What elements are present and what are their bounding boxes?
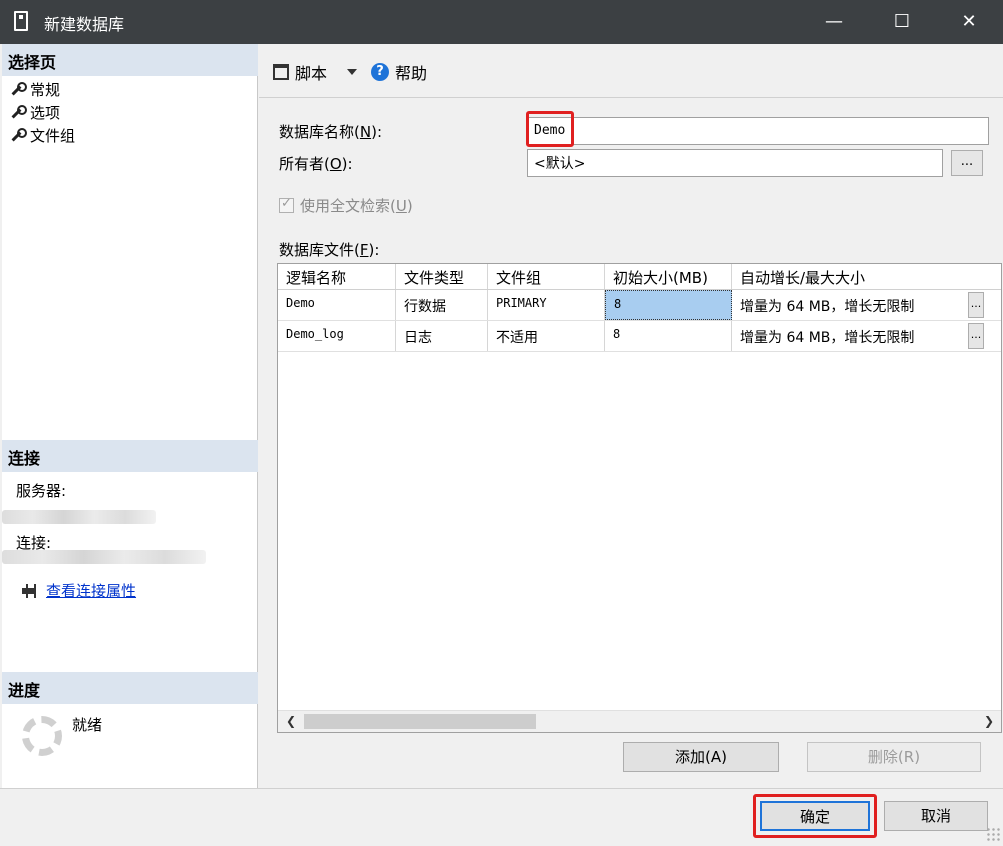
toolbar: 脚本 ? 帮助 (259, 44, 1003, 98)
col-logical-name[interactable]: 逻辑名称 (278, 264, 396, 289)
fulltext-checkbox[interactable] (279, 196, 294, 213)
grid-header: 逻辑名称 文件类型 文件组 初始大小(MB) 自动增长/最大大小 (278, 264, 1001, 290)
progress-status: 就绪 (72, 716, 103, 734)
db-files-label: 数据库文件(F): (279, 241, 380, 259)
cell-file-type[interactable]: 日志 (396, 321, 488, 351)
remove-button[interactable]: 删除(R) (807, 742, 981, 772)
cell-initial-size[interactable]: 8 (605, 321, 732, 351)
fulltext-checkbox-row[interactable]: 使用全文检索(U) (279, 195, 413, 216)
add-button[interactable]: 添加(A) (623, 742, 779, 772)
ok-button[interactable]: 确定 (760, 801, 870, 831)
autogrowth-edit-button[interactable]: ... (968, 292, 984, 318)
page-item-general[interactable]: 常规 (10, 78, 60, 100)
db-name-label: 数据库名称(N): (279, 123, 382, 141)
select-page-header: 选择页 (2, 44, 258, 76)
view-connection-properties-link[interactable]: 查看连接属性 (20, 580, 136, 601)
col-autogrowth[interactable]: 自动增长/最大大小 (732, 264, 1001, 289)
general-page: 数据库名称(N): Demo 所有者(O): <默认> ... 使用全文检索(U… (259, 99, 1003, 788)
cell-logical-name[interactable]: Demo (278, 290, 396, 320)
cell-initial-size[interactable]: 8 (605, 290, 732, 320)
cancel-button[interactable]: 取消 (884, 801, 988, 831)
cell-filegroup[interactable]: 不适用 (488, 321, 605, 351)
help-button[interactable]: ? 帮助 (371, 60, 427, 84)
cell-filegroup[interactable]: PRIMARY (488, 290, 605, 320)
left-panel: 选择页 常规 选项 文件组 连接 服务器: 连接: 查看连接属性 进度 就绪 (2, 44, 258, 788)
col-filegroup[interactable]: 文件组 (488, 264, 605, 289)
server-label: 服务器: (16, 482, 67, 500)
wrench-icon (10, 105, 27, 119)
script-icon (273, 64, 289, 80)
connection-value-redacted (2, 550, 206, 564)
plug-icon (20, 583, 38, 598)
horizontal-scrollbar[interactable]: ❮ ❯ (278, 710, 1001, 732)
wrench-icon (10, 128, 27, 142)
db-files-grid[interactable]: 逻辑名称 文件类型 文件组 初始大小(MB) 自动增长/最大大小 Demo 行数… (277, 263, 1002, 733)
window-title: 新建数据库 (44, 15, 125, 34)
maximize-button[interactable]: ☐ (868, 0, 936, 44)
autogrowth-edit-button[interactable]: ... (968, 323, 984, 349)
wrench-icon (10, 82, 27, 96)
scrollbar-thumb[interactable] (304, 714, 536, 729)
db-name-input[interactable]: Demo (527, 117, 989, 145)
scroll-right-icon[interactable]: ❯ (984, 714, 994, 728)
cell-autogrowth: 增量为 64 MB，增长无限制 (740, 299, 915, 315)
chevron-down-icon[interactable] (347, 69, 358, 75)
owner-browse-button[interactable]: ... (951, 150, 983, 176)
owner-label: 所有者(O): (279, 155, 353, 173)
resize-grip-icon[interactable] (986, 827, 1000, 841)
col-initial-size[interactable]: 初始大小(MB) (605, 264, 732, 289)
cell-autogrowth: 增量为 64 MB，增长无限制 (740, 330, 915, 346)
help-icon: ? (371, 63, 389, 81)
owner-input[interactable]: <默认> (527, 149, 943, 177)
server-value-redacted (2, 510, 156, 524)
title-bar: 新建数据库 — ☐ ✕ (0, 0, 1003, 44)
close-button[interactable]: ✕ (935, 0, 1003, 44)
scroll-left-icon[interactable]: ❮ (286, 714, 296, 728)
minimize-button[interactable]: — (800, 0, 868, 44)
page-item-options[interactable]: 选项 (10, 101, 60, 123)
page-item-filegroups[interactable]: 文件组 (10, 124, 75, 146)
progress-header: 进度 (2, 672, 258, 704)
app-icon (14, 11, 28, 31)
script-button[interactable]: 脚本 (273, 60, 358, 84)
cell-logical-name[interactable]: Demo_log (278, 321, 396, 351)
progress-spinner-icon (22, 716, 62, 756)
connection-header: 连接 (2, 440, 258, 472)
db-name-highlight (526, 111, 574, 147)
table-row[interactable]: Demo_log 日志 不适用 8 增量为 64 MB，增长无限制 ... (278, 321, 1001, 352)
cell-file-type[interactable]: 行数据 (396, 290, 488, 320)
table-row[interactable]: Demo 行数据 PRIMARY 8 增量为 64 MB，增长无限制 ... (278, 290, 1001, 321)
col-file-type[interactable]: 文件类型 (396, 264, 488, 289)
